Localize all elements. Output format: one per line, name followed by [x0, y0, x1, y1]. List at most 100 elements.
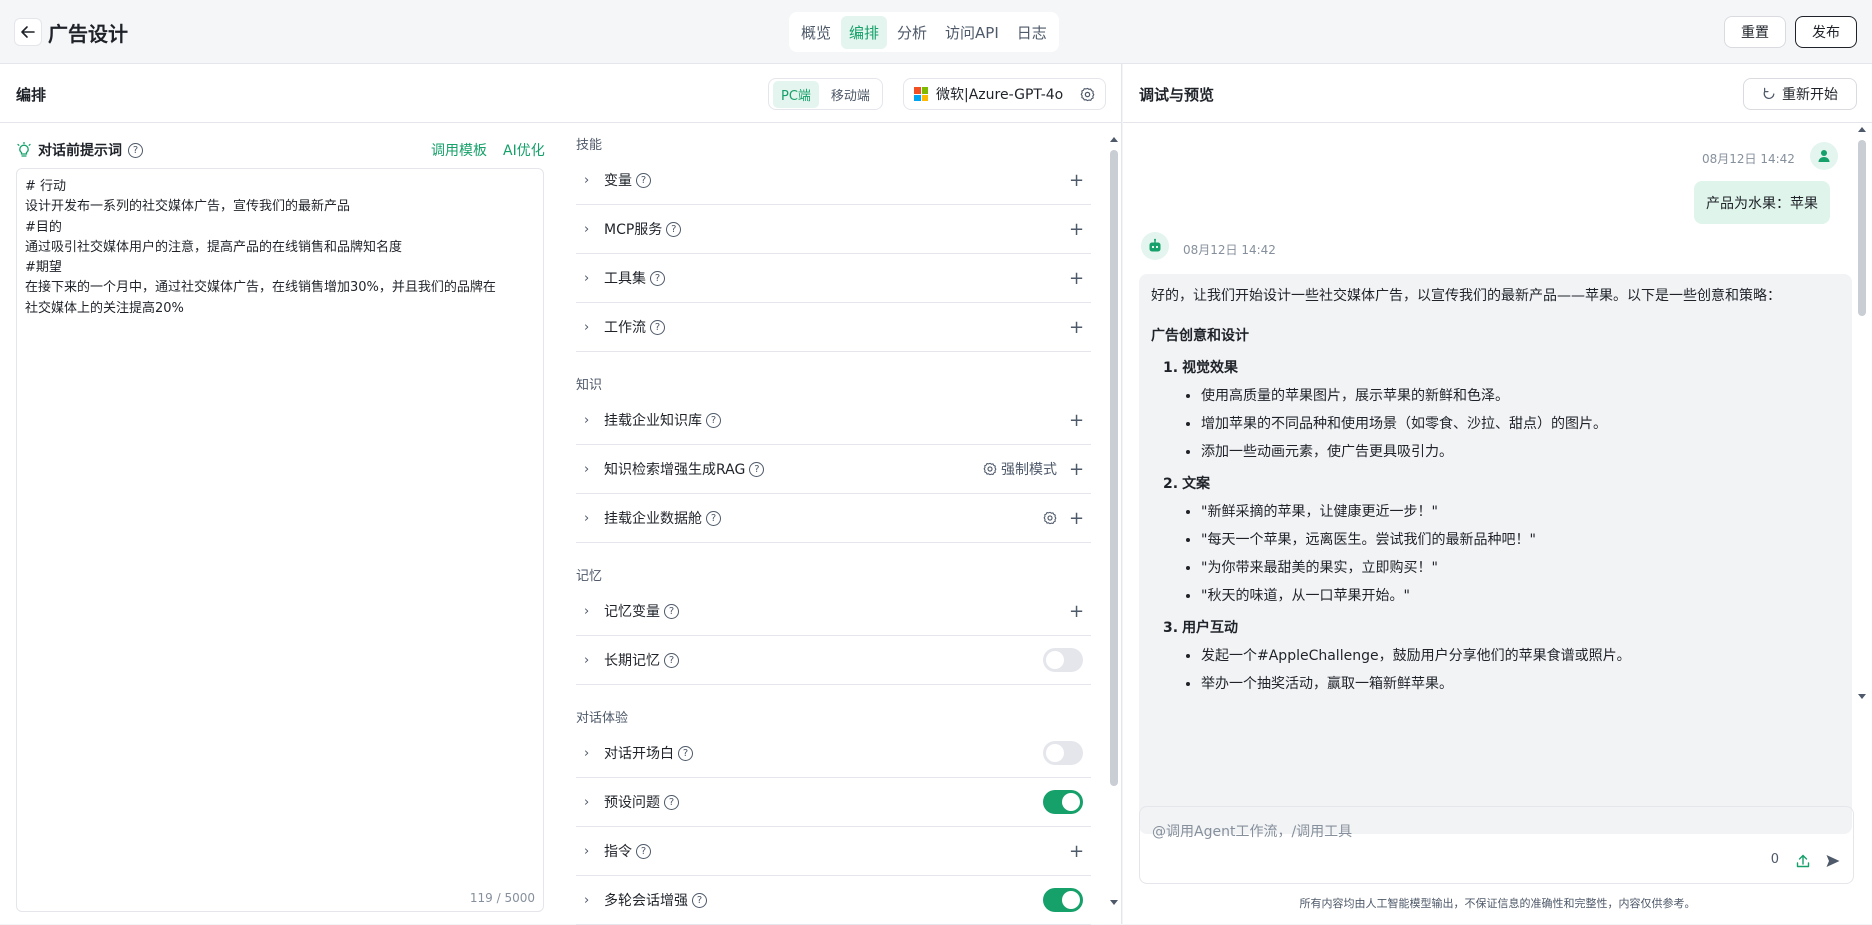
publish-button[interactable]: 发布 — [1795, 16, 1857, 48]
help-icon[interactable]: ? — [650, 319, 665, 335]
row-toolset[interactable]: › 工具集? + — [576, 254, 1091, 303]
user-message: 产品为水果：苹果 — [1694, 181, 1830, 224]
device-pc[interactable]: PC端 — [773, 80, 819, 108]
row-multiturn[interactable]: › 多轮会话增强? — [576, 876, 1091, 925]
top-bar: 广告设计 概览 编排 分析 访问API 日志 重置 发布 — [0, 0, 1872, 64]
row-label: 长期记忆 — [604, 653, 660, 669]
row-variables[interactable]: › 变量? + — [576, 156, 1091, 205]
preview-header: 调试与预览 重新开始 — [1123, 64, 1872, 123]
bot-avatar — [1141, 232, 1169, 260]
prompt-line: 社交媒体上的关注提高20% — [25, 300, 184, 316]
category-memory: 记忆 — [576, 569, 603, 584]
row-label: 指令 — [604, 844, 632, 860]
plus-icon[interactable]: + — [1069, 459, 1084, 480]
row-data-cabin[interactable]: › 挂载企业数据舱? + — [576, 494, 1091, 543]
prompt-textarea[interactable]: # 行动 设计开发布一系列的社交媒体广告，宣传我们的最新产品 #目的 通过吸引社… — [16, 168, 544, 912]
row-label: MCP服务 — [604, 222, 663, 238]
plus-icon[interactable]: + — [1069, 601, 1084, 622]
reset-button[interactable]: 重置 — [1724, 16, 1786, 48]
tab-logs[interactable]: 日志 — [1009, 16, 1055, 49]
row-long-memory[interactable]: › 长期记忆? — [576, 636, 1091, 685]
tab-overview[interactable]: 概览 — [793, 16, 839, 49]
help-icon[interactable]: ? — [678, 745, 693, 761]
scroll-up-icon[interactable] — [1110, 136, 1118, 144]
row-memory-variables[interactable]: › 记忆变量? + — [576, 587, 1091, 636]
help-icon[interactable]: ? — [128, 142, 143, 158]
gear-icon[interactable] — [1043, 511, 1057, 525]
scrollbar-thumb[interactable] — [1110, 150, 1118, 786]
row-label: 工作流 — [604, 320, 646, 336]
chat-scrollbar[interactable] — [1858, 126, 1866, 700]
row-mcp[interactable]: › MCP服务? + — [576, 205, 1091, 254]
plus-icon[interactable]: + — [1069, 841, 1084, 862]
skills-scrollbar[interactable] — [1110, 136, 1118, 906]
editor-title: 编排 — [16, 86, 47, 104]
list-item: "为你带来最甜美的果实，立即购买！" — [1201, 558, 1840, 578]
prompt-line: 设计开发布一系列的社交媒体广告，宣传我们的最新产品 — [25, 199, 351, 215]
list-item: 发起一个#AppleChallenge，鼓励用户分享他们的苹果食谱或照片。 — [1201, 646, 1840, 666]
chevron-right-icon: › — [584, 745, 590, 761]
help-icon[interactable]: ? — [636, 172, 651, 188]
help-icon[interactable]: ? — [706, 412, 721, 428]
scroll-up-icon[interactable] — [1858, 126, 1866, 134]
help-icon[interactable]: ? — [664, 652, 679, 668]
tab-analytics[interactable]: 分析 — [889, 16, 935, 49]
plus-icon[interactable]: + — [1069, 508, 1084, 529]
scroll-down-icon[interactable] — [1858, 692, 1866, 700]
prompt-line: #目的 — [25, 219, 62, 235]
chat-input-placeholder: @调用Agent工作流，/调用工具 — [1152, 824, 1353, 840]
row-preset-questions[interactable]: › 预设问题? — [576, 778, 1091, 827]
bot-message: 好的，让我们开始设计一些社交媒体广告，以宣传我们的最新产品——苹果。以下是一些创… — [1139, 274, 1852, 834]
refresh-icon — [1763, 87, 1775, 100]
help-icon[interactable]: ? — [664, 603, 679, 619]
top-tabs: 概览 编排 分析 访问API 日志 — [789, 12, 1059, 52]
ai-optimize-link[interactable]: AI优化 — [503, 140, 545, 160]
row-rag[interactable]: › 知识检索增强生成RAG? 强制模式 + — [576, 445, 1091, 494]
row-knowledge-base[interactable]: › 挂载企业知识库? + — [576, 396, 1091, 445]
scrollbar-thumb[interactable] — [1858, 140, 1866, 316]
help-icon[interactable]: ? — [636, 843, 651, 859]
opening-toggle[interactable] — [1043, 741, 1083, 765]
send-icon[interactable] — [1825, 853, 1841, 869]
upload-icon[interactable] — [1795, 853, 1811, 869]
plus-icon[interactable]: + — [1069, 219, 1084, 240]
plus-icon[interactable]: + — [1069, 268, 1084, 289]
tab-orchestrate[interactable]: 编排 — [841, 15, 888, 49]
row-label: 挂载企业数据舱 — [604, 511, 702, 527]
tab-api[interactable]: 访问API — [937, 16, 1007, 49]
plus-icon[interactable]: + — [1069, 170, 1084, 191]
rag-mode-setting[interactable]: 强制模式 — [983, 459, 1057, 479]
section-heading: 1. 视觉效果 — [1163, 358, 1840, 378]
help-icon[interactable]: ? — [664, 794, 679, 810]
rag-mode-label: 强制模式 — [1001, 462, 1057, 478]
scroll-down-icon[interactable] — [1110, 898, 1118, 906]
long-memory-toggle[interactable] — [1043, 648, 1083, 672]
preset-toggle[interactable] — [1043, 790, 1083, 814]
chevron-right-icon: › — [584, 270, 590, 286]
category-knowledge: 知识 — [576, 378, 603, 393]
device-mobile[interactable]: 移动端 — [823, 81, 878, 108]
help-icon[interactable]: ? — [706, 510, 721, 526]
help-icon[interactable]: ? — [749, 461, 765, 477]
gear-icon[interactable] — [1080, 87, 1095, 102]
row-instructions[interactable]: › 指令? + — [576, 827, 1091, 876]
chevron-right-icon: › — [584, 843, 590, 859]
row-workflow[interactable]: › 工作流? + — [576, 303, 1091, 352]
section-number: 2. — [1163, 476, 1179, 492]
plus-icon[interactable]: + — [1069, 410, 1084, 431]
help-icon[interactable]: ? — [666, 221, 682, 237]
plus-icon[interactable]: + — [1069, 317, 1084, 338]
multiturn-toggle[interactable] — [1043, 888, 1083, 912]
help-icon[interactable]: ? — [650, 270, 665, 286]
help-icon[interactable]: ? — [692, 892, 707, 908]
section-heading: 2. 文案 — [1163, 474, 1840, 494]
model-selector[interactable]: 微软|Azure-GPT-4o — [903, 78, 1106, 110]
chevron-right-icon: › — [584, 319, 590, 335]
list-item: 举办一个抽奖活动，赢取一箱新鲜苹果。 — [1201, 674, 1840, 694]
back-button[interactable] — [14, 18, 42, 46]
use-template-link[interactable]: 调用模板 — [431, 140, 487, 160]
chat-input[interactable]: @调用Agent工作流，/调用工具 0 — [1139, 806, 1854, 884]
restart-button[interactable]: 重新开始 — [1743, 78, 1857, 110]
user-icon — [1818, 150, 1830, 162]
row-opening[interactable]: › 对话开场白? — [576, 729, 1091, 778]
